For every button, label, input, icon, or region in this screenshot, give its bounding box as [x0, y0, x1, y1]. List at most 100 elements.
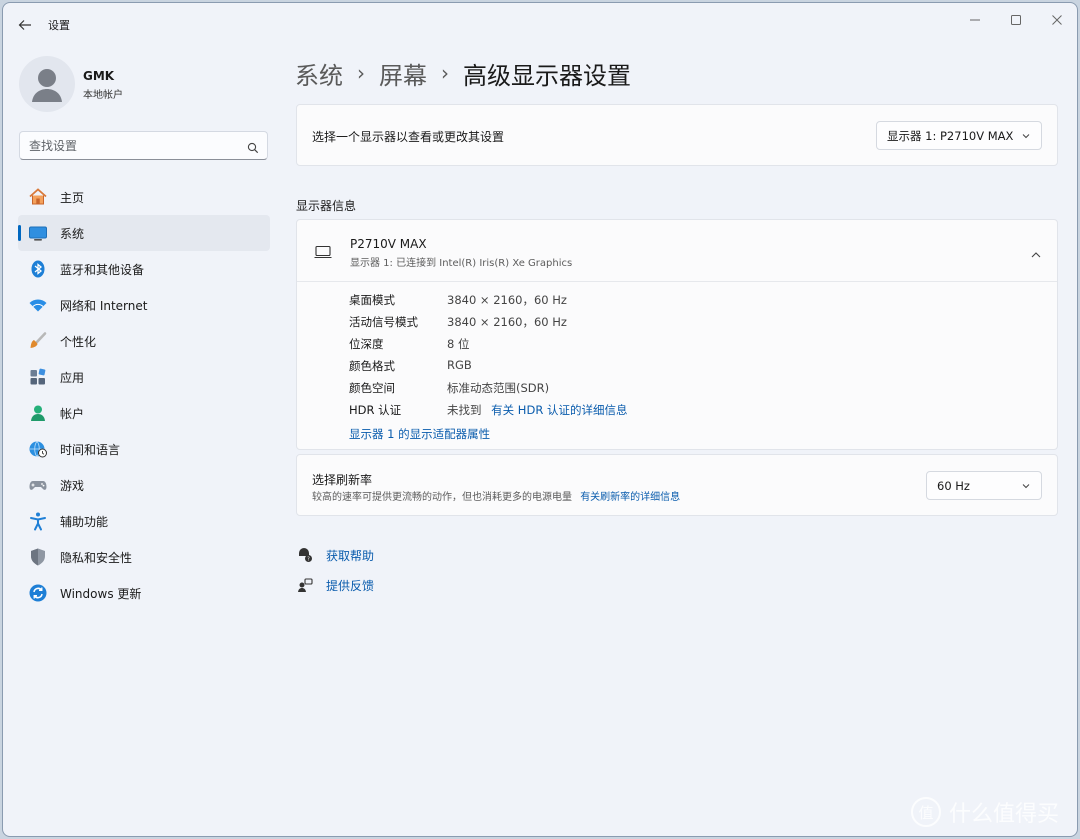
apps-icon [27, 366, 49, 388]
globe-clock-icon [27, 438, 49, 460]
sidebar-item-windows-update[interactable]: Windows 更新 [18, 575, 270, 611]
feedback-icon [296, 576, 314, 594]
sidebar-item-label: 应用 [60, 370, 85, 385]
info-key: 活动信号模式 [349, 315, 418, 329]
gamepad-icon [27, 474, 49, 496]
close-icon [1052, 15, 1062, 25]
sidebar-item-label: 系统 [60, 226, 85, 241]
sidebar-item-label: 游戏 [60, 478, 85, 493]
refresh-rate-card: 选择刷新率 较高的速率可提供更流畅的动作，但也消耗更多的电源电量 有关刷新率的详… [296, 454, 1058, 516]
breadcrumb-system[interactable]: 系统 [295, 56, 343, 91]
info-value: 8 位 [447, 337, 470, 351]
monitor-name: P2710V MAX [350, 237, 427, 251]
section-title: 显示器信息 [296, 199, 357, 213]
search-input[interactable] [20, 132, 240, 159]
account-icon [27, 402, 49, 424]
display-select-card: 选择一个显示器以查看或更改其设置 显示器 1: P2710V MAX [296, 104, 1058, 166]
refresh-rate-description: 较高的速率可提供更流畅的动作，但也消耗更多的电源电量 有关刷新率的详细信息 [312, 488, 680, 503]
refresh-desc-text: 较高的速率可提供更流畅的动作，但也消耗更多的电源电量 [312, 492, 572, 503]
info-key: 颜色格式 [349, 359, 395, 373]
get-help-link[interactable]: ? 获取帮助 [296, 546, 374, 564]
home-icon [27, 186, 49, 208]
sidebar-item-apps[interactable]: 应用 [18, 359, 270, 395]
refresh-rate-title: 选择刷新率 [312, 473, 373, 487]
sidebar-item-personalization[interactable]: 个性化 [18, 323, 270, 359]
brush-icon [27, 330, 49, 352]
chevron-up-icon[interactable] [1030, 245, 1042, 264]
breadcrumb-display[interactable]: 屏幕 [379, 56, 427, 91]
info-value: 标准动态范围(SDR) [447, 381, 550, 395]
sidebar-item-label: 蓝牙和其他设备 [60, 262, 145, 277]
display-dropdown[interactable]: 显示器 1: P2710V MAX [876, 121, 1042, 150]
chevron-down-icon [1021, 480, 1031, 494]
sidebar-item-system[interactable]: 系统 [18, 215, 270, 251]
sidebar-item-label: Windows 更新 [60, 586, 142, 601]
sidebar-item-privacy[interactable]: 隐私和安全性 [18, 539, 270, 575]
maximize-button[interactable] [999, 9, 1033, 31]
system-display-icon [27, 222, 49, 244]
sidebar-item-home[interactable]: 主页 [18, 179, 270, 215]
shield-icon [27, 546, 49, 568]
wifi-icon [27, 294, 49, 316]
settings-window: 设置 GMK 本地帐户 主页 [2, 2, 1078, 837]
monitor-description: 显示器 1: 已连接到 Intel(R) Iris(R) Xe Graphics [350, 258, 573, 269]
breadcrumb: 系统 › 屏幕 › 高级显示器设置 [295, 53, 631, 93]
info-value: RGB [447, 358, 472, 372]
sidebar-item-label: 时间和语言 [60, 442, 121, 457]
minimize-button[interactable] [958, 9, 992, 31]
bluetooth-icon [27, 258, 49, 280]
sidebar-item-label: 主页 [60, 190, 85, 205]
hdr-details-link[interactable]: 有关 HDR 认证的详细信息 [491, 403, 627, 417]
help-icon: ? [296, 546, 314, 564]
update-icon [27, 582, 49, 604]
display-select-label: 选择一个显示器以查看或更改其设置 [312, 130, 505, 144]
feedback-link[interactable]: 提供反馈 [296, 576, 374, 594]
refresh-rate-dropdown[interactable]: 60 Hz [926, 471, 1042, 500]
watermark-text: 什么值得买 [948, 802, 1059, 827]
title-bar: 设置 [3, 3, 1077, 43]
sidebar-item-gaming[interactable]: 游戏 [18, 467, 270, 503]
info-value: 3840 × 2160，60 Hz [447, 315, 567, 329]
maximize-icon [1011, 15, 1021, 25]
back-arrow-icon [18, 20, 31, 30]
monitor-icon [314, 244, 332, 263]
sidebar-item-label: 隐私和安全性 [60, 550, 133, 565]
accessibility-icon [27, 510, 49, 532]
sidebar-item-accounts[interactable]: 帐户 [18, 395, 270, 431]
chevron-down-icon [1021, 130, 1031, 144]
minimize-icon [970, 19, 980, 21]
back-button[interactable] [13, 13, 37, 37]
sidebar-item-time-language[interactable]: 时间和语言 [18, 431, 270, 467]
search-box[interactable] [19, 131, 268, 160]
sidebar-item-bluetooth[interactable]: 蓝牙和其他设备 [18, 251, 270, 287]
account-type: 本地帐户 [83, 90, 123, 101]
user-name: GMK [83, 69, 115, 83]
watermark-badge: 值 [910, 797, 941, 827]
hdr-status: 未找到 [447, 403, 482, 417]
refresh-rate-value: 60 Hz [937, 478, 970, 493]
watermark: 值 什么值得买 [910, 796, 1059, 828]
search-icon [247, 139, 259, 158]
page-title: 高级显示器设置 [463, 61, 631, 90]
sidebar-item-label: 辅助功能 [60, 514, 109, 529]
sidebar-item-network[interactable]: 网络和 Internet [18, 287, 270, 323]
feedback-label: 提供反馈 [326, 578, 375, 593]
sidebar-nav: 主页 系统 蓝牙和其他设备 网络和 Internet 个性化 应用 帐户 时间和… [18, 179, 270, 611]
close-button[interactable] [1040, 9, 1074, 31]
chevron-right-icon: › [357, 61, 365, 85]
sidebar-item-label: 个性化 [60, 334, 97, 349]
refresh-details-link[interactable]: 有关刷新率的详细信息 [580, 492, 680, 503]
info-key: HDR 认证 [349, 403, 402, 417]
info-key: 桌面模式 [349, 293, 395, 307]
svg-text:?: ? [307, 557, 310, 563]
sidebar-item-label: 网络和 Internet [60, 298, 148, 313]
window-title: 设置 [48, 19, 70, 32]
adapter-properties-link[interactable]: 显示器 1 的显示适配器属性 [349, 426, 490, 442]
display-info-header[interactable]: P2710V MAX 显示器 1: 已连接到 Intel(R) Iris(R) … [297, 220, 1057, 282]
sidebar-item-label: 帐户 [60, 406, 85, 421]
sidebar-item-accessibility[interactable]: 辅助功能 [18, 503, 270, 539]
info-value: 未找到 有关 HDR 认证的详细信息 [447, 402, 627, 418]
user-avatar-icon [32, 69, 62, 102]
avatar[interactable] [19, 56, 75, 112]
info-key: 位深度 [349, 337, 384, 351]
